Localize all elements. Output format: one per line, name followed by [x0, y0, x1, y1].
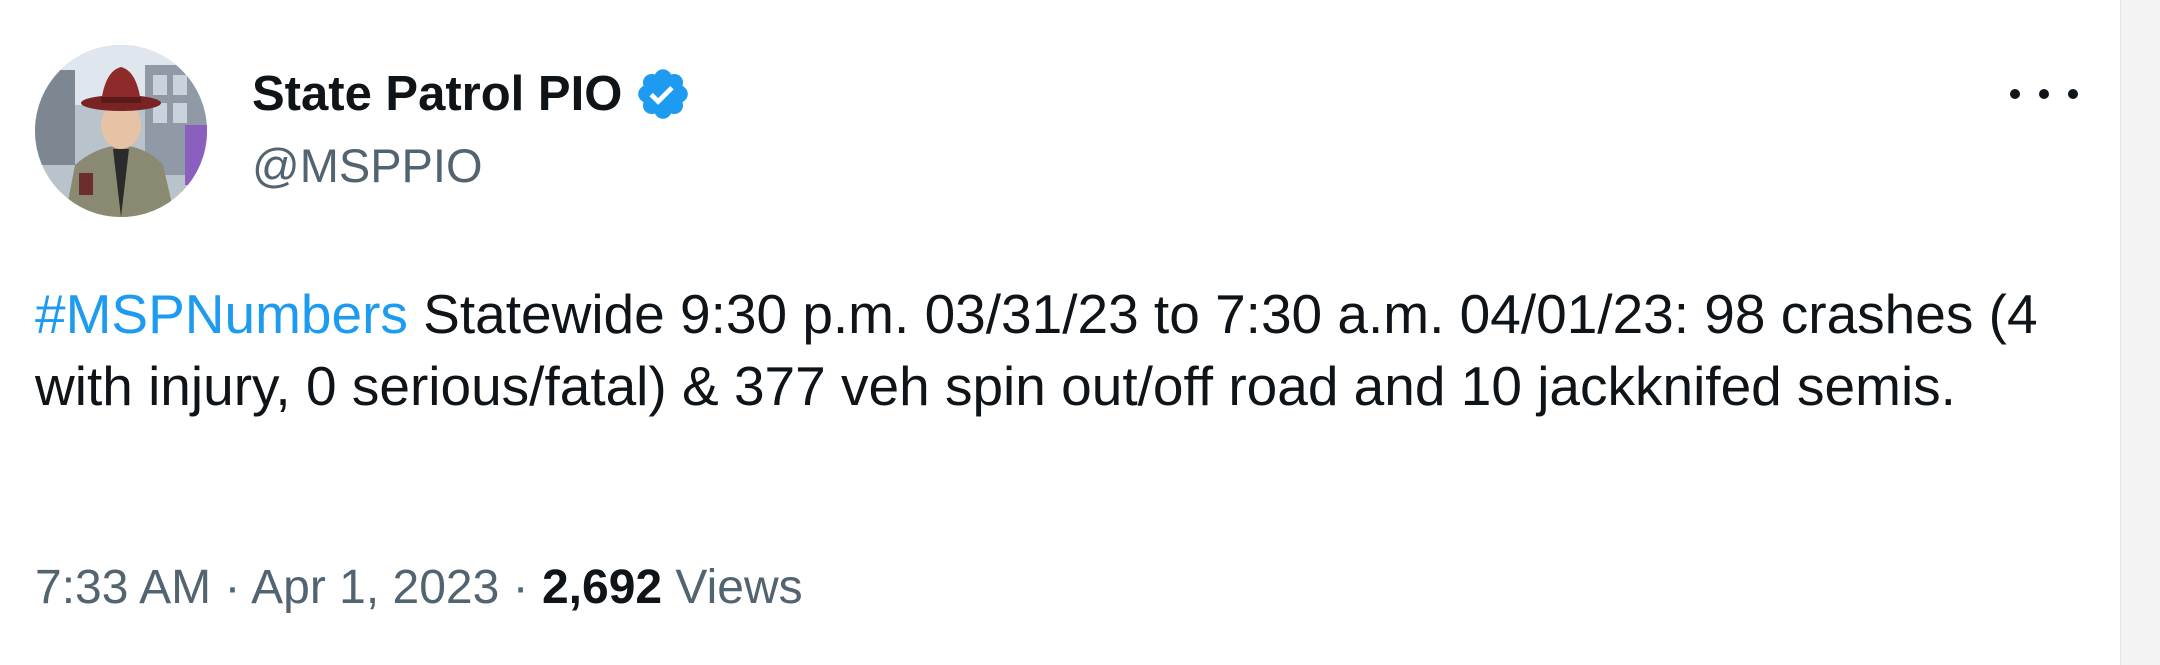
- author-name-row[interactable]: State Patrol PIO: [252, 62, 692, 126]
- more-options-icon[interactable]: [2010, 74, 2078, 114]
- scrollbar-track[interactable]: [2120, 0, 2160, 665]
- tweet-card: State Patrol PIO @MSPPIO #MSPNumbers Sta…: [0, 0, 2120, 665]
- meta-separator: ·: [499, 561, 542, 614]
- views-count[interactable]: 2,692: [542, 561, 662, 614]
- views-label: Views: [662, 561, 803, 614]
- avatar-image: [35, 45, 207, 217]
- tweet-time[interactable]: 7:33 AM: [35, 561, 211, 614]
- avatar[interactable]: [35, 45, 207, 217]
- more-dot: [2010, 89, 2020, 99]
- meta-separator: ·: [211, 561, 252, 614]
- tweet-date[interactable]: Apr 1, 2023: [251, 561, 499, 614]
- more-dot: [2068, 89, 2078, 99]
- more-dot: [2039, 89, 2049, 99]
- author-handle[interactable]: @MSPPIO: [252, 138, 483, 194]
- verified-badge-icon[interactable]: [634, 65, 692, 123]
- hashtag-link[interactable]: #MSPNumbers: [35, 283, 408, 345]
- tweet-text: #MSPNumbers Statewide 9:30 p.m. 03/31/23…: [35, 278, 2095, 422]
- tweet-meta: 7:33 AM · Apr 1, 2023 · 2,692 Views: [35, 558, 803, 618]
- author-display-name[interactable]: State Patrol PIO: [252, 62, 622, 126]
